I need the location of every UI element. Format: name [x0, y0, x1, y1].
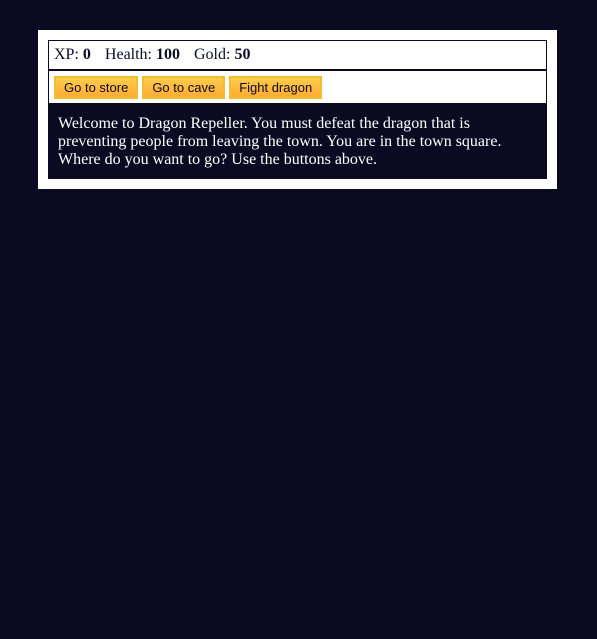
stats-bar: XP: 0 Health: 100 Gold: 50	[48, 40, 547, 70]
xp-value: 0	[82, 46, 91, 63]
xp-label: XP:	[54, 46, 79, 63]
game-panel: XP: 0 Health: 100 Gold: 50 Go to store G…	[38, 30, 557, 189]
gold-stat: Gold: 50	[194, 46, 250, 64]
message-text: Welcome to Dragon Repeller. You must def…	[48, 104, 547, 179]
go-to-store-button[interactable]: Go to store	[54, 75, 139, 99]
gold-label: Gold:	[194, 46, 231, 63]
gold-value: 50	[234, 46, 251, 63]
health-label: Health:	[104, 46, 152, 63]
health-value: 100	[156, 46, 180, 63]
controls-bar: Go to store Go to cave Fight dragon	[48, 70, 547, 104]
xp-stat: XP: 0	[54, 46, 91, 64]
health-stat: Health: 100	[105, 46, 180, 64]
fight-dragon-button[interactable]: Fight dragon	[229, 75, 323, 99]
go-to-cave-button[interactable]: Go to cave	[142, 75, 226, 99]
